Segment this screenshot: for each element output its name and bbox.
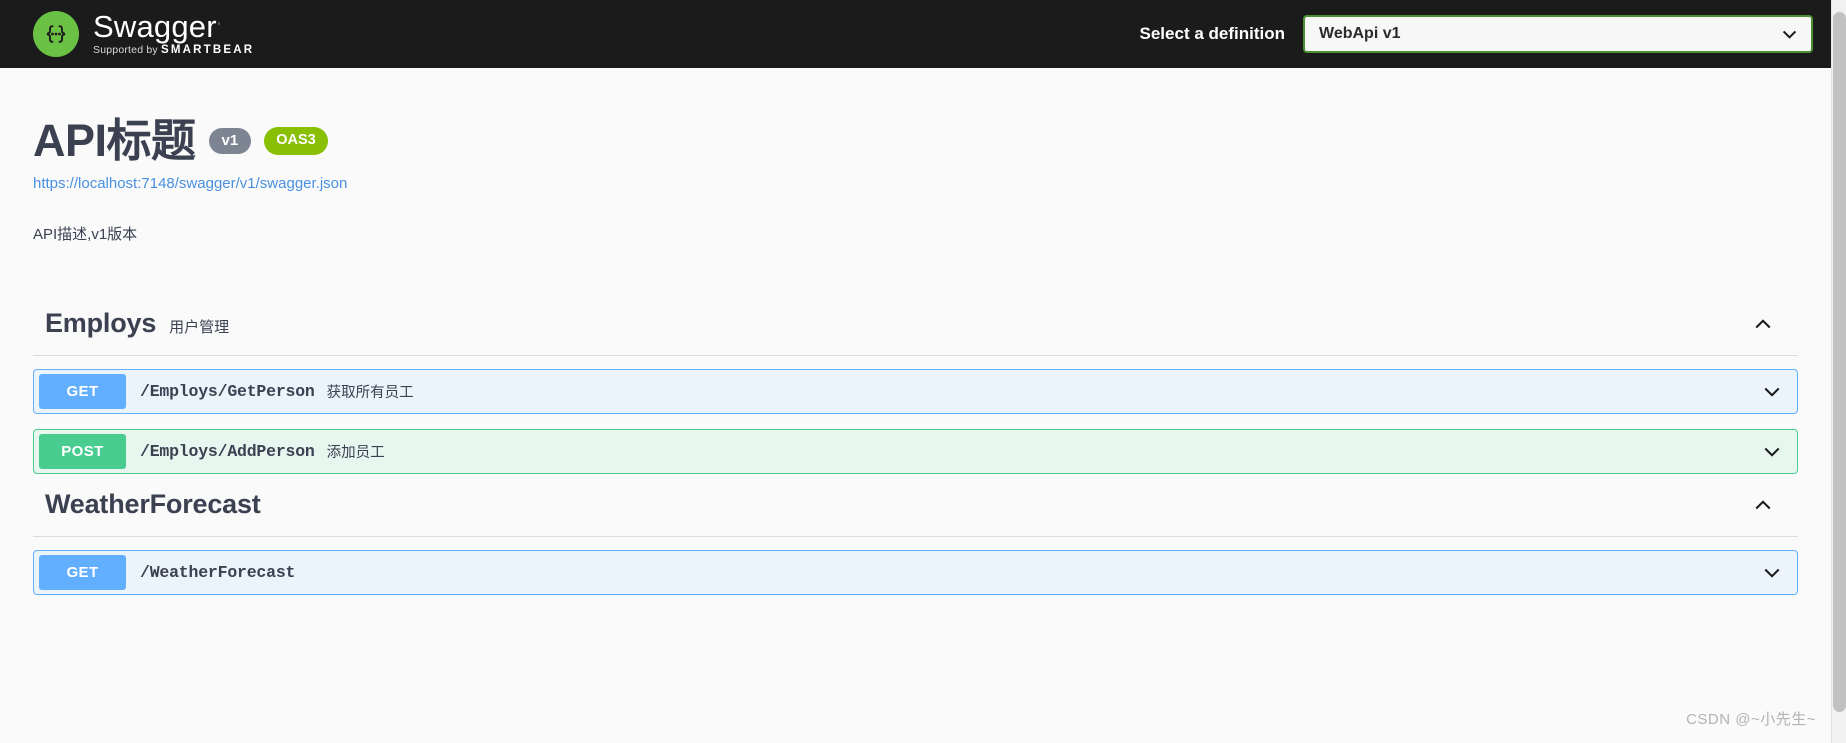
chevron-up-icon[interactable] bbox=[1752, 494, 1778, 516]
select-definition-label: Select a definition bbox=[1139, 24, 1285, 43]
swagger-braces-icon bbox=[33, 11, 79, 57]
definition-select-value: WebApi v1 bbox=[1319, 25, 1401, 42]
operation-summary: 获取所有员工 bbox=[326, 385, 414, 401]
operation-path: /Employs/AddPerson bbox=[140, 442, 315, 461]
page-title: API标题 bbox=[33, 115, 196, 166]
vertical-scrollbar[interactable] bbox=[1831, 0, 1846, 743]
tag-description: 用户管理 bbox=[169, 319, 230, 336]
topbar: Swagger‛ Supported by SMARTBEAR Select a… bbox=[0, 0, 1846, 68]
chevron-down-icon[interactable] bbox=[1761, 381, 1783, 403]
supported-by-text: Supported by SMARTBEAR bbox=[93, 45, 254, 57]
smartbear-brand: SMARTBEAR bbox=[161, 44, 255, 57]
swagger-logo-text: Swagger‛ Supported by SMARTBEAR bbox=[93, 11, 254, 57]
tag-name: WeatherForecast bbox=[45, 489, 261, 519]
main-content: API标题 v1 OAS3 https://localhost:7148/swa… bbox=[0, 68, 1846, 595]
http-method-badge: POST bbox=[39, 434, 126, 469]
trademark-symbol: ‛ bbox=[217, 19, 221, 34]
tag-header-weatherforecast[interactable]: WeatherForecast bbox=[33, 489, 1798, 537]
watermark: CSDN @~小先生~ bbox=[1686, 711, 1816, 728]
http-method-badge: GET bbox=[39, 374, 126, 409]
oas-version-badge: OAS3 bbox=[264, 127, 328, 155]
tag-name: Employs bbox=[45, 308, 157, 338]
operation-list-weatherforecast: GET /WeatherForecast bbox=[33, 537, 1798, 595]
operation-path: /Employs/GetPerson bbox=[140, 382, 315, 401]
tag-header-employs[interactable]: Employs 用户管理 bbox=[33, 308, 1798, 356]
operation-row[interactable]: GET /WeatherForecast bbox=[33, 550, 1798, 595]
operation-path: /WeatherForecast bbox=[140, 563, 296, 582]
content-container: API标题 v1 OAS3 https://localhost:7148/swa… bbox=[0, 68, 1831, 595]
scrollbar-thumb[interactable] bbox=[1833, 12, 1846, 712]
swagger-json-link[interactable]: https://localhost:7148/swagger/v1/swagge… bbox=[33, 175, 1798, 192]
swagger-wordmark: Swagger bbox=[93, 9, 217, 45]
operation-row[interactable]: POST /Employs/AddPerson 添加员工 bbox=[33, 429, 1798, 474]
operation-row[interactable]: GET /Employs/GetPerson 获取所有员工 bbox=[33, 369, 1798, 414]
api-description: API描述,v1版本 bbox=[33, 225, 138, 243]
tag-section-weatherforecast: WeatherForecast GET /WeatherForecast bbox=[33, 489, 1798, 595]
chevron-down-icon[interactable] bbox=[1761, 562, 1783, 584]
chevron-down-icon[interactable] bbox=[1761, 441, 1783, 463]
tag-section-employs: Employs 用户管理 GET /Employs/GetPerson 获取所有… bbox=[33, 308, 1798, 474]
api-version-badge: v1 bbox=[208, 127, 252, 154]
operation-list-employs: GET /Employs/GetPerson 获取所有员工 POST /Empl… bbox=[33, 356, 1798, 474]
chevron-up-icon[interactable] bbox=[1752, 313, 1778, 335]
definition-selector-group: Select a definition WebApi v1 bbox=[1140, 15, 1813, 53]
chevron-down-icon bbox=[1780, 25, 1799, 44]
swagger-ui-page: Swagger‛ Supported by SMARTBEAR Select a… bbox=[0, 0, 1846, 743]
operation-summary: 添加员工 bbox=[326, 445, 385, 461]
swagger-logo[interactable]: Swagger‛ Supported by SMARTBEAR bbox=[33, 11, 254, 57]
http-method-badge: GET bbox=[39, 555, 126, 590]
api-info: API标题 v1 OAS3 https://localhost:7148/swa… bbox=[33, 68, 1798, 246]
definition-select[interactable]: WebApi v1 bbox=[1303, 15, 1813, 53]
supported-by-label: Supported by bbox=[93, 44, 158, 57]
api-title-row: API标题 v1 OAS3 bbox=[33, 116, 1798, 166]
